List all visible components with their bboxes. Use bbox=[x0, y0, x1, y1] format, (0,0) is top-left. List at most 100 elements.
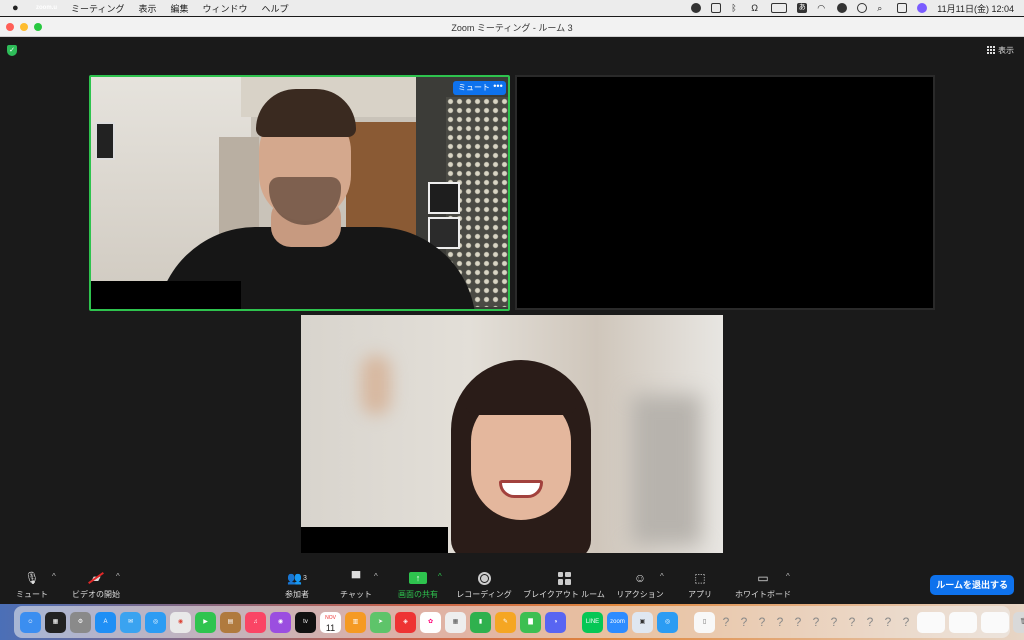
breakout-rooms-button[interactable]: ブレイクアウト ルーム bbox=[522, 570, 606, 600]
status-app-icon[interactable] bbox=[691, 3, 702, 13]
app-store-icon[interactable]: A bbox=[95, 611, 116, 633]
finder-icon[interactable]: ☺ bbox=[20, 611, 41, 633]
minimized-window-icon[interactable] bbox=[917, 611, 945, 633]
pages-icon[interactable]: ✎ bbox=[495, 611, 516, 633]
view-button[interactable]: 表示 bbox=[987, 44, 1014, 56]
missing-app-icon[interactable]: ? bbox=[845, 612, 859, 633]
missing-app-icon[interactable]: ? bbox=[773, 612, 787, 633]
notes-app-icon[interactable]: ▤ bbox=[220, 611, 241, 633]
menu-help[interactable]: ヘルプ bbox=[262, 2, 289, 15]
apps-button[interactable]: ⬚ アプリ bbox=[684, 570, 716, 600]
bluetooth-icon[interactable]: ᛒ bbox=[731, 3, 741, 13]
launchpad-icon[interactable]: ▦ bbox=[445, 611, 466, 633]
system-preferences-icon[interactable]: ⚙ bbox=[70, 611, 91, 633]
window-title-bar: Zoom ミーティング - ルーム 3 bbox=[0, 17, 1024, 37]
missing-app-icon[interactable]: ? bbox=[791, 612, 805, 633]
preview-icon[interactable]: ▣ bbox=[632, 611, 653, 633]
video-tile-participant[interactable] bbox=[301, 315, 723, 553]
menu-view[interactable]: 表示 bbox=[138, 2, 156, 15]
video-tile-camera-off[interactable] bbox=[515, 75, 935, 310]
macos-menu-bar: ● zoom.us ミーティング 表示 編集 ウィンドウ ヘルプ ᛒ Ω あ ◠… bbox=[0, 0, 1024, 16]
minimized-window-icon[interactable] bbox=[981, 611, 1009, 633]
books-icon[interactable]: ▥ bbox=[345, 611, 366, 633]
music-icon[interactable]: ♫ bbox=[245, 611, 266, 633]
utility-app-icon[interactable]: ◈ bbox=[395, 611, 416, 633]
video-off-icon: ▰ bbox=[87, 570, 105, 586]
record-button[interactable]: レコーディング bbox=[456, 570, 512, 600]
user-icon[interactable] bbox=[837, 3, 848, 13]
safari-dock-icon[interactable]: ◎ bbox=[657, 611, 678, 633]
menu-app-name[interactable]: zoom.us bbox=[36, 0, 57, 19]
missing-app-icon[interactable]: ? bbox=[863, 612, 877, 633]
audio-options-chevron-icon[interactable]: ^ bbox=[52, 572, 56, 581]
smiley-plus-icon: ☺ bbox=[633, 571, 647, 585]
menu-edit[interactable]: 編集 bbox=[170, 2, 188, 15]
podcasts-icon[interactable]: ◉ bbox=[270, 611, 291, 633]
participants-count: 3 bbox=[303, 574, 307, 582]
missing-app-icon[interactable]: ? bbox=[899, 612, 913, 633]
reactions-options-chevron-icon[interactable]: ^ bbox=[660, 572, 664, 581]
safari-icon[interactable]: ◎ bbox=[145, 611, 166, 633]
mail-icon[interactable]: ✉ bbox=[120, 611, 141, 633]
share-arrow-icon: ↑ bbox=[409, 572, 427, 584]
document-icon[interactable]: ▯ bbox=[694, 611, 715, 633]
maps-icon[interactable]: ➤ bbox=[370, 611, 391, 633]
leave-room-button[interactable]: ルームを退出する bbox=[930, 575, 1014, 595]
apple-menu-icon[interactable]: ● bbox=[12, 2, 26, 14]
line-icon[interactable]: LINE bbox=[582, 611, 603, 633]
zoom-app-icon[interactable]: zoom bbox=[607, 611, 628, 633]
macos-dock: ☺ ▦ ⚙ A ✉ ◎ ◉ ▶ ▤ ♫ ◉ tv NOV 11 ▥ ➤ ◈ ✿ … bbox=[14, 606, 1024, 638]
record-icon bbox=[477, 571, 491, 585]
calendar-month: NOV bbox=[325, 614, 336, 621]
apple-tv-icon[interactable]: tv bbox=[295, 611, 316, 633]
missing-app-icon[interactable]: ? bbox=[881, 612, 895, 633]
video-tile-active-speaker[interactable]: ミュート ••• bbox=[89, 75, 510, 311]
missing-app-icon[interactable]: ? bbox=[827, 612, 841, 633]
mission-control-icon[interactable]: ▦ bbox=[45, 611, 66, 633]
menubar-clock[interactable]: 11月11日(金) 12:04 bbox=[937, 2, 1014, 15]
trash-icon[interactable]: 🗑 bbox=[1013, 611, 1024, 633]
minimized-window-icon[interactable] bbox=[949, 611, 977, 633]
reactions-button[interactable]: ☺ リアクション bbox=[616, 570, 664, 600]
headphones-icon[interactable]: Ω bbox=[751, 3, 761, 13]
menu-window[interactable]: ウィンドウ bbox=[203, 2, 248, 15]
spotlight-search-icon[interactable]: ⌕ bbox=[877, 3, 887, 13]
window-title: Zoom ミーティング - ルーム 3 bbox=[451, 23, 573, 33]
chrome-icon[interactable]: ◉ bbox=[170, 611, 191, 633]
tile-mute-button[interactable]: ミュート bbox=[453, 81, 495, 95]
whiteboard-icon: ▭ bbox=[757, 571, 769, 585]
encryption-shield-icon[interactable]: ✓ bbox=[7, 45, 17, 56]
facetime-icon[interactable]: ▶ bbox=[195, 611, 216, 633]
discord-icon[interactable]: ◑ bbox=[545, 611, 566, 633]
tile-more-options-button[interactable]: ••• bbox=[490, 81, 506, 95]
zoom-status-icon[interactable] bbox=[711, 3, 722, 13]
chat-button[interactable]: ▀ チャット bbox=[338, 570, 374, 600]
missing-app-icon[interactable]: ? bbox=[809, 612, 823, 633]
time-machine-icon[interactable] bbox=[857, 3, 868, 13]
numbers-icon[interactable]: ▮ bbox=[470, 611, 491, 633]
participant-name-redacted bbox=[301, 527, 448, 553]
numbers-chart-icon[interactable]: ▇ bbox=[520, 611, 541, 633]
share-options-chevron-icon[interactable]: ^ bbox=[438, 572, 442, 581]
missing-app-icon[interactable]: ? bbox=[719, 612, 733, 633]
video-options-chevron-icon[interactable]: ^ bbox=[116, 572, 120, 581]
photos-icon[interactable]: ✿ bbox=[420, 611, 441, 633]
battery-icon[interactable] bbox=[771, 3, 788, 13]
participant-name-redacted bbox=[91, 281, 241, 309]
share-screen-button[interactable]: ↑ 画面の共有 bbox=[396, 570, 440, 600]
input-method-icon[interactable]: あ bbox=[797, 3, 808, 13]
chat-options-chevron-icon[interactable]: ^ bbox=[374, 572, 378, 581]
control-center-icon[interactable] bbox=[897, 3, 908, 13]
siri-icon[interactable] bbox=[917, 3, 928, 13]
menu-meeting[interactable]: ミーティング bbox=[71, 2, 124, 15]
missing-app-icon[interactable]: ? bbox=[737, 612, 751, 633]
wifi-icon[interactable]: ◠ bbox=[817, 3, 827, 13]
whiteboard-options-chevron-icon[interactable]: ^ bbox=[786, 572, 790, 581]
missing-app-icon[interactable]: ? bbox=[755, 612, 769, 633]
calendar-icon[interactable]: NOV 11 bbox=[320, 611, 341, 633]
mute-button[interactable]: 🎙 ミュート bbox=[12, 570, 52, 600]
participants-button[interactable]: 👥 3 参加者 bbox=[280, 570, 314, 600]
grid-view-icon bbox=[987, 46, 995, 54]
breakout-grid-icon bbox=[557, 571, 571, 585]
whiteboard-button[interactable]: ▭ ホワイトボード bbox=[734, 570, 792, 600]
